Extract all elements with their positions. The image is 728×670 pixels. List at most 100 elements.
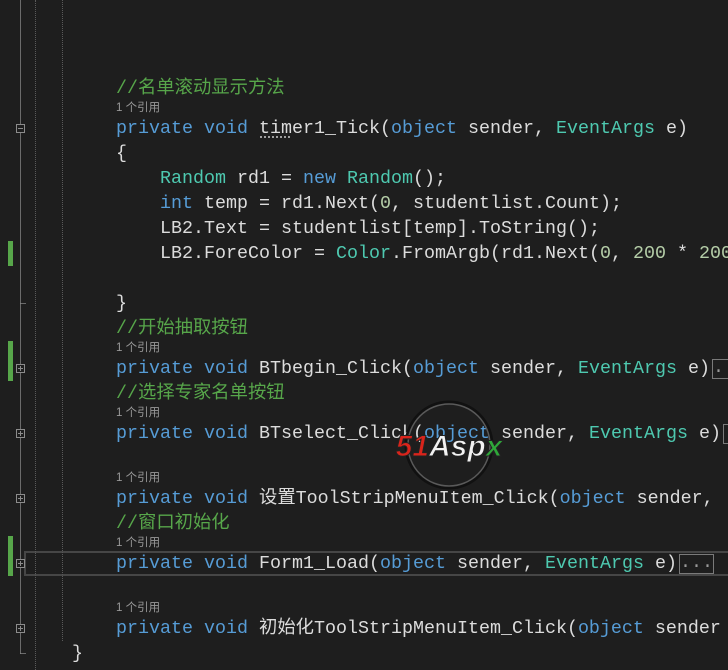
keyword-token: object <box>559 488 626 509</box>
change-marker <box>8 536 13 551</box>
code-text: rd1 = <box>226 168 303 189</box>
keyword-token: private void <box>116 118 259 139</box>
keyword-token: private void <box>116 488 259 509</box>
expand-region-icon[interactable] <box>16 494 25 503</box>
code-text: } <box>72 643 83 664</box>
number-literal: 200 <box>698 243 728 264</box>
codelens-row: 1 个引用 <box>28 101 728 116</box>
collapsed-region-ellipsis[interactable]: ... <box>722 423 728 444</box>
code-text: 初始化ToolStripMenuItem_Click( <box>258 618 578 639</box>
code-line[interactable]: private void 初始化ToolStripMenuItem_Click(… <box>28 616 728 641</box>
keyword-token: object <box>379 553 446 574</box>
change-marker <box>8 551 13 576</box>
code-editor[interactable]: //名单滚动显示方法 1 个引用 private void timer1_Tick(… <box>0 0 728 670</box>
code-line[interactable]: //选择专家名单按钮 <box>28 381 728 406</box>
code-line[interactable]: private void BTselect_Click(object sende… <box>28 421 728 446</box>
code-text: sender, <box>489 423 589 444</box>
number-literal: 0 <box>379 193 391 214</box>
code-text: LB2.ForeColor = <box>160 243 336 264</box>
code-text: BTbegin_Click( <box>258 358 413 379</box>
code-line[interactable]: private void 设置ToolStripMenuItem_Click(o… <box>28 486 728 511</box>
code-line[interactable]: } <box>28 641 728 666</box>
change-marker <box>8 356 13 381</box>
code-line[interactable]: LB2.Text = studentlist[temp].ToString(); <box>28 216 728 241</box>
code-line[interactable]: { <box>28 141 728 166</box>
code-line[interactable]: } <box>28 291 728 316</box>
keyword-token: private void <box>116 618 259 639</box>
type-name-token: Random <box>160 168 226 189</box>
codelens-row: 1 个引用 <box>28 341 728 356</box>
change-marker <box>8 241 13 266</box>
codelens-references-link[interactable]: 1 个引用 <box>116 602 160 614</box>
type-name-token: Color <box>335 243 391 264</box>
code-text: temp = rd1.Next( <box>193 193 380 214</box>
comment-text: //名单滚动显示方法 <box>116 78 285 99</box>
blank-line[interactable] <box>28 446 728 471</box>
code-text: e) <box>643 553 677 574</box>
type-name-token: EventArgs <box>555 118 655 139</box>
change-marker <box>8 341 13 356</box>
code-line[interactable]: //名单滚动显示方法 <box>28 76 728 101</box>
code-text: 设置ToolStripMenuItem_Click( <box>258 488 560 509</box>
codelens-row: 1 个引用 <box>28 536 728 551</box>
number-literal: 0 <box>599 243 611 264</box>
code-line[interactable]: //开始抽取按钮 <box>28 316 728 341</box>
keyword-token: object <box>412 358 479 379</box>
code-line[interactable]: Random rd1 = new Random(); <box>28 166 728 191</box>
code-text-area[interactable]: //名单滚动显示方法 1 个引用 private void timer1_Tick(… <box>28 0 728 670</box>
comment-text: //开始抽取按钮 <box>116 318 248 339</box>
code-text: BTselect_Click( <box>258 423 424 444</box>
code-text: e) <box>687 423 721 444</box>
code-text: e) <box>654 118 688 139</box>
expand-region-icon[interactable] <box>16 429 25 438</box>
code-text: * <box>665 243 699 264</box>
type-name-token: EventArgs <box>588 423 688 444</box>
keyword-token: private void <box>116 423 259 444</box>
code-text: { <box>116 143 127 164</box>
collapsed-region-ellipsis[interactable]: ... <box>711 358 728 379</box>
keyword-token: new <box>303 168 347 189</box>
code-text: timer1_Tick( <box>258 118 391 139</box>
keyword-token: private void <box>116 553 259 574</box>
codelens-references-link[interactable]: 1 个引用 <box>116 537 160 549</box>
code-line[interactable]: int temp = rd1.Next(0, studentlist.Count… <box>28 191 728 216</box>
code-line[interactable]: //窗口初始化 <box>28 511 728 536</box>
codelens-row: 1 个引用 <box>28 406 728 421</box>
expand-region-icon[interactable] <box>16 624 25 633</box>
code-text: Form1_Load( <box>258 553 380 574</box>
expand-region-icon[interactable] <box>16 364 25 373</box>
keyword-token: object <box>390 118 457 139</box>
codelens-references-link[interactable]: 1 个引用 <box>116 342 160 354</box>
codelens-references-link[interactable]: 1 个引用 <box>116 407 160 419</box>
code-text: e) <box>676 358 710 379</box>
outline-line <box>20 0 21 654</box>
code-text: } <box>116 293 127 314</box>
code-line[interactable]: private void BTbegin_Click(object sender… <box>28 356 728 381</box>
keyword-token: object <box>423 423 490 444</box>
type-name-token: EventArgs <box>544 553 644 574</box>
codelens-references-link[interactable]: 1 个引用 <box>116 102 160 114</box>
code-text: sender, <box>445 553 545 574</box>
expand-region-icon[interactable] <box>16 559 25 568</box>
code-line[interactable]: private void Form1_Load(object sender, E… <box>28 551 728 576</box>
code-text: (); <box>413 168 446 189</box>
code-line[interactable]: LB2.ForeColor = Color.FromArgb(rd1.Next(… <box>28 241 728 266</box>
code-text: sender <box>643 618 721 639</box>
code-line[interactable]: private void timer1_Tick(object sender, … <box>28 116 728 141</box>
number-literal: 200 <box>632 243 666 264</box>
blank-line[interactable] <box>28 266 728 291</box>
comment-text: //窗口初始化 <box>116 513 230 534</box>
codelens-row: 1 个引用 <box>28 471 728 486</box>
collapsed-region-ellipsis[interactable]: ... <box>678 553 714 574</box>
keyword-token: object <box>577 618 644 639</box>
codelens-references-link[interactable]: 1 个引用 <box>116 472 160 484</box>
keyword-token: private void <box>116 358 259 379</box>
code-text: sender, <box>456 118 556 139</box>
comment-text: //选择专家名单按钮 <box>116 383 285 404</box>
outline-region-end <box>20 303 26 304</box>
collapse-region-icon[interactable] <box>16 124 25 133</box>
blank-line[interactable] <box>28 576 728 601</box>
outline-region-end <box>20 653 26 654</box>
type-name-token: Random <box>347 168 413 189</box>
keyword-token: int <box>160 193 193 214</box>
